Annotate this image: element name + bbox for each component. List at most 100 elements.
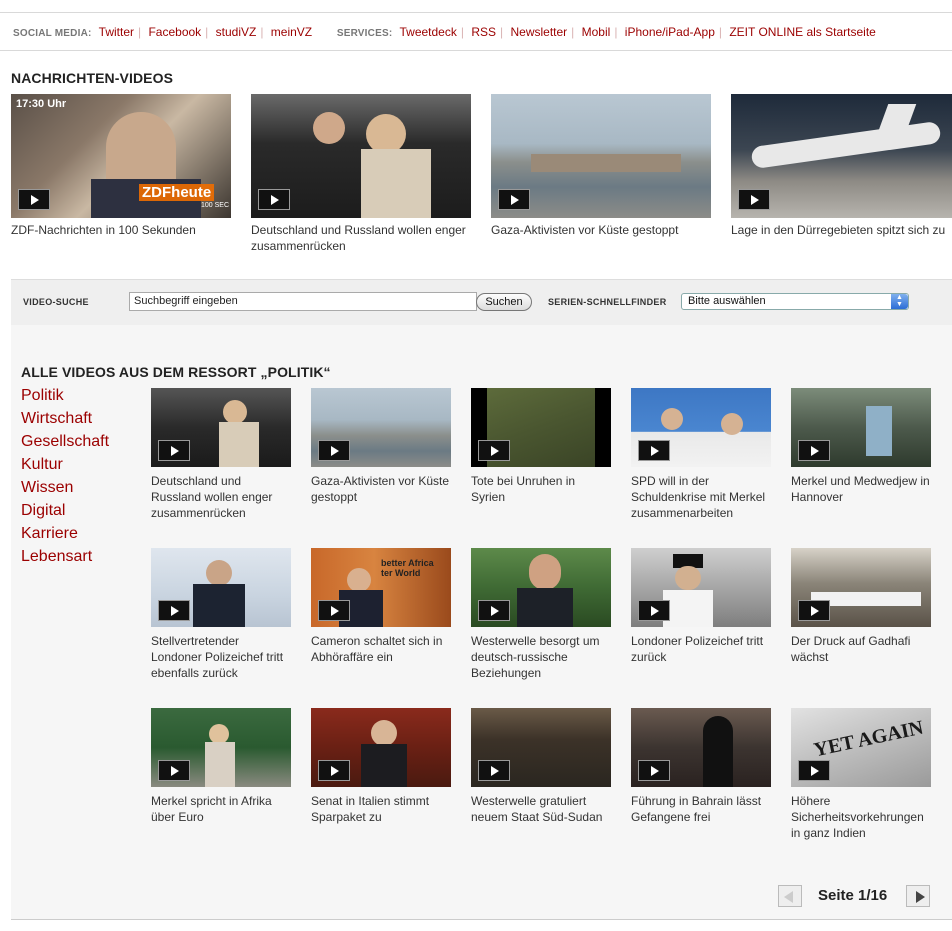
video-caption[interactable]: Führung in Bahrain lässt Gefangene frei (631, 793, 771, 825)
link-mobil[interactable]: Mobil (582, 25, 611, 39)
link-startseite[interactable]: ZEIT ONLINE als Startseite (729, 25, 876, 39)
play-icon[interactable] (498, 189, 530, 210)
top-divider (0, 12, 952, 13)
search-button[interactable]: Suchen (476, 293, 532, 311)
video-thumb[interactable] (311, 708, 451, 787)
link-separator: | (571, 25, 575, 39)
play-icon[interactable] (158, 760, 190, 781)
play-icon[interactable] (478, 760, 510, 781)
video-caption[interactable]: SPD will in der Schuldenkrise mit Merkel… (631, 473, 771, 521)
video-caption[interactable]: Senat in Italien stimmt Sparpaket zu (311, 793, 451, 825)
video-thumb[interactable] (631, 708, 771, 787)
dropdown-arrows-icon: ▲ ▼ (891, 294, 908, 309)
play-icon[interactable] (258, 189, 290, 210)
news-overlay-time: 17:30 Uhr (16, 98, 67, 110)
nav-item-wirtschaft[interactable]: Wirtschaft (21, 410, 92, 428)
news-video-thumb-1[interactable]: 17:30 Uhr ZDFheute 100 SEC (11, 94, 231, 218)
link-separator: | (718, 25, 722, 39)
video-search-input[interactable]: Suchbegriff eingeben (129, 292, 477, 311)
video-caption[interactable]: Gaza-Aktivisten vor Küste gestoppt (311, 473, 451, 505)
video-caption[interactable]: Der Druck auf Gadhafi wächst (791, 633, 931, 665)
nav-item-politik[interactable]: Politik (21, 387, 64, 405)
nav-item-karriere[interactable]: Karriere (21, 525, 78, 543)
video-caption[interactable]: Westerwelle gratuliert neuem Staat Süd-S… (471, 793, 611, 825)
play-icon[interactable] (158, 600, 190, 621)
video-caption[interactable]: Höhere Sicherheitsvorkehrungen in ganz I… (791, 793, 931, 841)
nav-item-kultur[interactable]: Kultur (21, 456, 63, 474)
video-thumb[interactable] (791, 548, 931, 627)
video-thumb[interactable] (471, 548, 611, 627)
ressort-title: ALLE VIDEOS AUS DEM RESSORT „POLITIK“ (21, 364, 331, 380)
news-video-thumb-3[interactable] (491, 94, 711, 218)
play-icon[interactable] (638, 440, 670, 461)
video-thumb[interactable] (151, 708, 291, 787)
social-media-label: SOCIAL MEDIA: (13, 28, 92, 39)
bottom-divider (11, 919, 952, 920)
play-icon[interactable] (18, 189, 50, 210)
video-caption[interactable]: Deutschland und Russland wollen enger zu… (151, 473, 291, 521)
news-video-caption[interactable]: Lage in den Dürregebieten spitzt sich zu (731, 222, 952, 238)
video-thumb[interactable] (631, 548, 771, 627)
link-separator: | (460, 25, 464, 39)
video-thumb[interactable] (311, 388, 451, 467)
play-icon[interactable] (798, 600, 830, 621)
play-icon[interactable] (318, 600, 350, 621)
news-video-caption[interactable]: Gaza-Aktivisten vor Küste gestoppt (491, 222, 711, 238)
pager-next-arrow-icon[interactable] (906, 885, 930, 907)
link-separator: | (205, 25, 209, 39)
play-icon[interactable] (318, 760, 350, 781)
play-icon[interactable] (318, 440, 350, 461)
nav-item-digital[interactable]: Digital (21, 502, 65, 520)
social-services-bar: SOCIAL MEDIA: Twitter | Facebook | studiVZ… (13, 25, 876, 39)
video-thumb[interactable] (471, 708, 611, 787)
video-caption[interactable]: Cameron schaltet sich in Abhöraffäre ein (311, 633, 451, 665)
play-icon[interactable] (478, 600, 510, 621)
video-thumb[interactable]: YET AGAIN (791, 708, 931, 787)
video-thumb[interactable]: better Africa ter World (311, 548, 451, 627)
video-caption[interactable]: Merkel und Medwedjew in Hannover (791, 473, 931, 505)
link-twitter[interactable]: Twitter (99, 25, 134, 39)
play-icon[interactable] (798, 760, 830, 781)
play-icon[interactable] (158, 440, 190, 461)
video-thumb[interactable] (471, 388, 611, 467)
pager-prev-arrow-icon[interactable] (778, 885, 802, 907)
link-separator: | (614, 25, 618, 39)
nav-item-gesellschaft[interactable]: Gesellschaft (21, 433, 109, 451)
services-label: SERVICES: (336, 28, 393, 39)
link-meinvz[interactable]: meinVZ (271, 25, 312, 39)
video-caption[interactable]: Westerwelle besorgt um deutsch-russische… (471, 633, 611, 681)
video-caption[interactable]: Merkel spricht in Afrika über Euro (151, 793, 291, 825)
series-finder-label: SERIEN-SCHNELLFINDER (548, 297, 667, 307)
play-icon[interactable] (638, 760, 670, 781)
nav-item-wissen[interactable]: Wissen (21, 479, 73, 497)
series-finder-select[interactable]: Bitte auswählen ▲ ▼ (681, 293, 909, 310)
video-thumb[interactable] (151, 548, 291, 627)
video-caption[interactable]: Londoner Polizeichef tritt zurück (631, 633, 771, 665)
link-studivz[interactable]: studiVZ (216, 25, 257, 39)
video-thumb[interactable] (791, 388, 931, 467)
news-video-thumb-2[interactable] (251, 94, 471, 218)
news-video-thumb-4[interactable] (731, 94, 952, 218)
nav-item-lebensart[interactable]: Lebensart (21, 548, 92, 566)
link-separator: | (500, 25, 504, 39)
play-icon[interactable] (638, 600, 670, 621)
link-iphone-app[interactable]: iPhone/iPad-App (625, 25, 715, 39)
zdf-logo-sub: 100 SEC (201, 202, 230, 209)
link-facebook[interactable]: Facebook (148, 25, 201, 39)
play-icon[interactable] (478, 440, 510, 461)
link-newsletter[interactable]: Newsletter (510, 25, 567, 39)
news-video-caption[interactable]: ZDF-Nachrichten in 100 Sekunden (11, 222, 231, 238)
play-icon[interactable] (738, 189, 770, 210)
video-search-label: VIDEO-SUCHE (23, 297, 89, 307)
video-caption[interactable]: Tote bei Unruhen in Syrien (471, 473, 611, 505)
video-thumb[interactable] (631, 388, 771, 467)
series-finder-value: Bitte auswählen (688, 295, 766, 307)
video-thumb[interactable] (151, 388, 291, 467)
news-videos-title: NACHRICHTEN-VIDEOS (11, 70, 174, 86)
news-video-caption[interactable]: Deutschland und Russland wollen enger zu… (251, 222, 471, 254)
link-tweetdeck[interactable]: Tweetdeck (399, 25, 456, 39)
video-caption[interactable]: Stellvertretender Londoner Polizeichef t… (151, 633, 291, 681)
video-search-bar: VIDEO-SUCHE Suchbegriff eingeben Suchen … (11, 279, 952, 327)
link-rss[interactable]: RSS (471, 25, 496, 39)
play-icon[interactable] (798, 440, 830, 461)
